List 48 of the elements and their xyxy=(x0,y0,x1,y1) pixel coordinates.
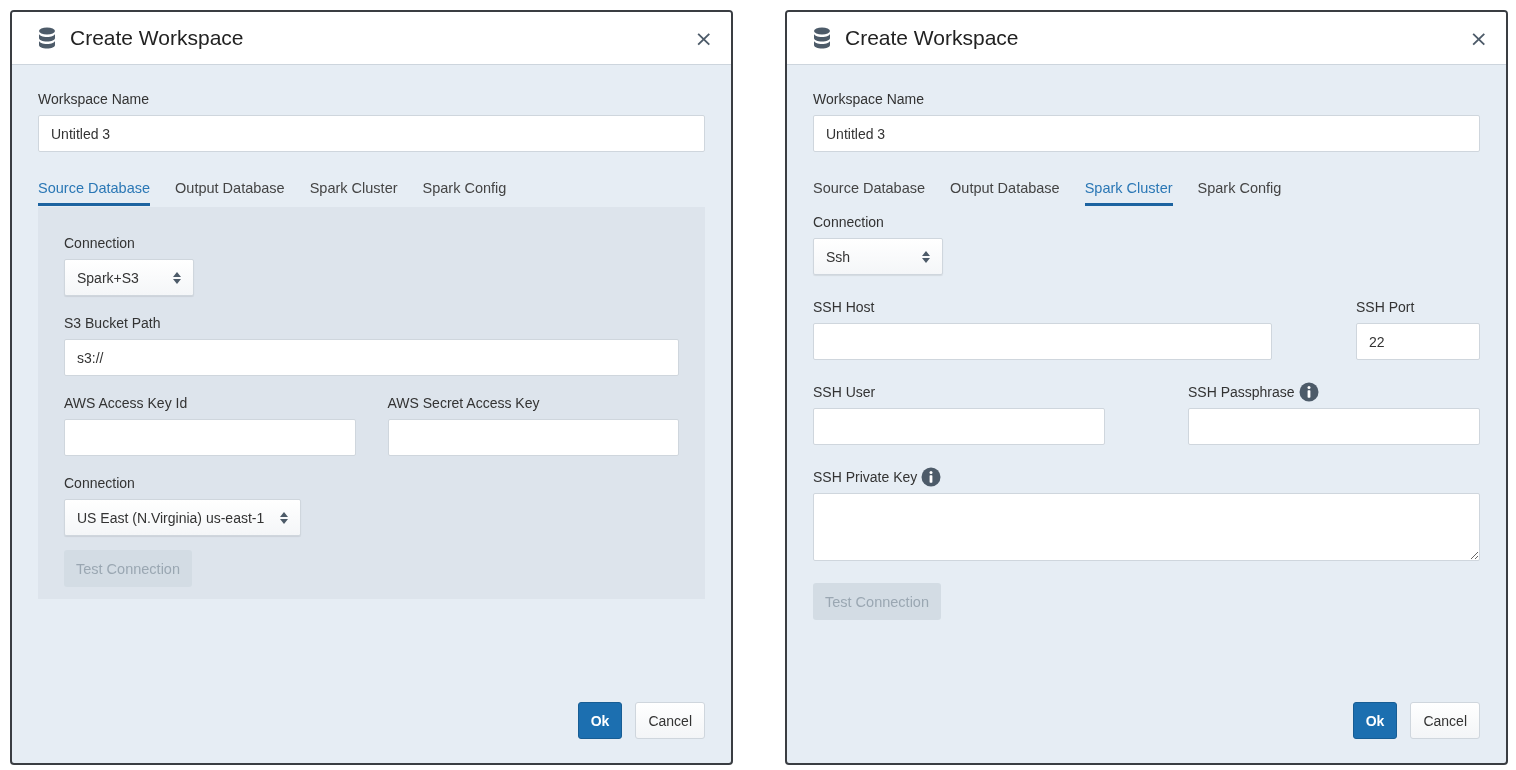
connection-dropdown[interactable]: US East (N.Virginia) us-east-1 xyxy=(64,499,302,536)
dialog-title: Create Workspace xyxy=(70,26,245,50)
tab[interactable]: Output Database xyxy=(950,178,1060,206)
text-field[interactable]: 22 xyxy=(1356,323,1480,360)
field-label: SSH Passphrase xyxy=(1188,384,1295,400)
ok-button[interactable]: Ok xyxy=(577,702,623,739)
text-area[interactable] xyxy=(813,493,1480,561)
tab[interactable]: Spark Cluster xyxy=(309,178,398,206)
cancel-button[interactable]: Cancel xyxy=(635,702,705,739)
text-field[interactable] xyxy=(1188,408,1480,445)
field-label: Connection xyxy=(813,214,884,230)
database-icon xyxy=(813,27,831,49)
connection-dropdown[interactable]: Spark+S3 xyxy=(64,259,194,296)
field-label: SSH User xyxy=(813,384,876,400)
field-label: AWS Secret Access Key xyxy=(387,395,540,411)
info-icon[interactable] xyxy=(1298,382,1319,402)
field-label: SSH Private Key xyxy=(813,469,918,485)
text-field[interactable]: s3:// xyxy=(64,339,679,376)
up-down-caret-icon xyxy=(922,250,930,263)
up-down-caret-icon xyxy=(173,271,181,284)
field-label: Workspace Name xyxy=(813,91,925,107)
info-icon[interactable] xyxy=(921,467,942,487)
field-label: Connection xyxy=(64,475,135,491)
text-field[interactable] xyxy=(64,419,356,456)
text-field[interactable] xyxy=(387,419,679,456)
field-label: Workspace Name xyxy=(38,91,150,107)
field-label: SSH Host xyxy=(813,299,875,315)
close-button[interactable]: × xyxy=(690,25,717,51)
ok-button[interactable]: Ok xyxy=(1352,702,1398,739)
up-down-caret-icon xyxy=(280,511,289,524)
workspace-name-field[interactable]: Untitled 3 xyxy=(813,115,1480,152)
dialog-title: Create Workspace xyxy=(845,26,1020,50)
text-field[interactable] xyxy=(813,323,1272,360)
field-label: SSH Port xyxy=(1356,299,1415,315)
close-button[interactable]: × xyxy=(1465,25,1492,51)
tab[interactable]: Spark Cluster xyxy=(1084,178,1173,206)
field-label: S3 Bucket Path xyxy=(64,315,161,331)
field-label: Connection xyxy=(64,235,135,251)
connection-dropdown[interactable]: Ssh xyxy=(813,238,943,275)
tab[interactable]: Source Database xyxy=(813,178,926,206)
tab[interactable]: Spark Config xyxy=(1197,178,1282,206)
field-label: AWS Access Key Id xyxy=(64,395,188,411)
database-icon xyxy=(38,27,56,49)
tab[interactable]: Output Database xyxy=(175,178,285,206)
workspace-name-field[interactable]: Untitled 3 xyxy=(38,115,705,152)
cancel-button[interactable]: Cancel xyxy=(1410,702,1480,739)
tab[interactable]: Spark Config xyxy=(422,178,507,206)
text-field[interactable] xyxy=(813,408,1105,445)
